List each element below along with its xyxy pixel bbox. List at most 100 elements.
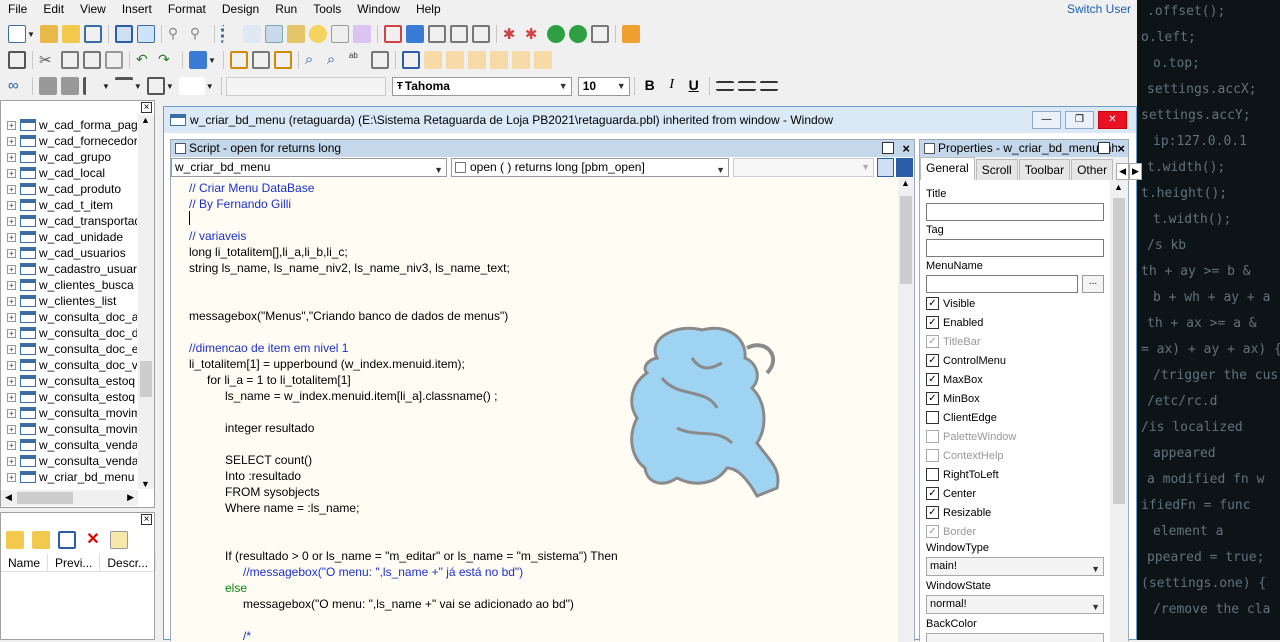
database-icon[interactable] xyxy=(308,25,327,43)
checkbox-controlmenu[interactable]: ✓ ControlMenu xyxy=(926,354,1006,367)
checkbox-icon[interactable] xyxy=(926,411,939,424)
device-icon[interactable] xyxy=(449,25,468,43)
expand-icon[interactable]: + xyxy=(7,120,16,130)
save-icon[interactable] xyxy=(8,51,26,69)
select-run-icon[interactable] xyxy=(568,25,587,43)
printer-icon[interactable] xyxy=(427,25,446,43)
menu-file[interactable]: File xyxy=(0,0,35,19)
search-icon[interactable]: ⌕ xyxy=(305,51,323,69)
chevron-down-icon[interactable]: ▼ xyxy=(134,82,142,91)
new-icon[interactable] xyxy=(8,25,26,43)
chevron-left-icon[interactable]: ◀ xyxy=(5,492,12,503)
tree-item[interactable]: + w_consulta_estoq xyxy=(7,373,137,389)
tree-item[interactable]: + w_clientes_list xyxy=(7,293,137,309)
window-titlebar[interactable]: w_criar_bd_menu (retaguarda) (E:\Sistema… xyxy=(164,107,1136,133)
checkbox-icon[interactable]: ✓ xyxy=(926,335,939,348)
column-name[interactable]: Name xyxy=(1,554,49,571)
tree-item[interactable]: + w_consulta_doc_v xyxy=(7,357,137,373)
ancestor-dropdown[interactable]: ▼ xyxy=(733,158,874,177)
library-icon[interactable] xyxy=(242,25,261,43)
datawindow-icon[interactable] xyxy=(286,25,305,43)
close-icon[interactable]: × xyxy=(1117,140,1125,157)
checkbox-titlebar[interactable]: ✓ TitleBar xyxy=(926,335,981,348)
tree-item[interactable]: + w_consulta_doc_d xyxy=(7,325,137,341)
undo-icon[interactable]: ↶ xyxy=(136,51,154,69)
menu-insert[interactable]: Insert xyxy=(114,0,160,19)
column-preview[interactable]: Previ... xyxy=(48,554,101,571)
open-folder-icon[interactable] xyxy=(61,25,80,43)
restore-button[interactable]: ❐ xyxy=(1065,111,1094,129)
expand-icon[interactable]: + xyxy=(7,264,16,274)
vertical-scrollbar[interactable]: ▲ ▼ xyxy=(138,115,154,489)
tree-item[interactable]: + w_consulta_venda xyxy=(7,453,137,469)
checkbox-palettewindow[interactable]: PaletteWindow xyxy=(926,430,1016,443)
expand-icon[interactable]: + xyxy=(7,360,16,370)
close-icon[interactable]: × xyxy=(902,140,910,157)
checkbox-icon[interactable]: ✓ xyxy=(926,525,939,538)
checkbox-righttoleft[interactable]: RightToLeft xyxy=(926,468,999,481)
title-input[interactable] xyxy=(926,203,1104,221)
grid-icon[interactable] xyxy=(273,51,292,69)
maximize-icon[interactable] xyxy=(1098,142,1110,154)
menu-edit[interactable]: Edit xyxy=(35,0,72,19)
chevron-down-icon[interactable]: ▼ xyxy=(206,82,214,91)
scroll-thumb[interactable] xyxy=(17,492,73,504)
sql-3-icon[interactable] xyxy=(467,51,486,69)
checkbox-icon[interactable] xyxy=(926,468,939,481)
vertical-scrollbar[interactable]: ▲ xyxy=(1110,180,1128,642)
chevron-down-icon[interactable]: ▼ xyxy=(27,30,35,39)
bold-button[interactable]: B xyxy=(641,77,659,95)
tab-other[interactable]: Other xyxy=(1071,159,1114,180)
expand-icon[interactable]: + xyxy=(7,376,16,386)
list-icon[interactable] xyxy=(220,25,239,43)
font-size-combo[interactable]: 10 ▼ xyxy=(577,76,630,96)
font-name-combo[interactable]: Ŧ Tahoma ▼ xyxy=(391,76,572,96)
expand-icon[interactable]: + xyxy=(7,248,16,258)
menu-format[interactable]: Format xyxy=(160,0,214,19)
bug-icon[interactable]: ✱ xyxy=(503,25,521,43)
border-icon[interactable] xyxy=(146,77,165,95)
menuname-browse-button[interactable]: ... xyxy=(1082,275,1104,293)
tab-general[interactable]: General xyxy=(920,157,975,180)
tab-order-icon[interactable] xyxy=(229,51,248,69)
menu-help[interactable]: Help xyxy=(408,0,449,19)
minimize-button[interactable]: — xyxy=(1032,111,1061,129)
tree-item[interactable]: + w_cad_transportad xyxy=(7,213,137,229)
expand-icon[interactable]: + xyxy=(7,344,16,354)
scroll-thumb[interactable] xyxy=(1113,198,1125,504)
folder-new-icon[interactable] xyxy=(39,25,58,43)
windowstate-select[interactable]: normal! ▼ xyxy=(926,595,1104,614)
tree-item[interactable]: + w_cad_forma_paga xyxy=(7,117,137,133)
chevron-down-icon[interactable]: ▼ xyxy=(208,56,216,65)
tree-item[interactable]: + w_cad_grupo xyxy=(7,149,137,165)
hierarchy-icon[interactable] xyxy=(114,25,133,43)
chevron-right-icon[interactable]: ▶ xyxy=(127,492,134,503)
clear-icon[interactable] xyxy=(105,51,123,69)
scroll-thumb[interactable] xyxy=(140,361,152,397)
find-next-icon[interactable]: ⌕ xyxy=(327,51,345,69)
menu-run[interactable]: Run xyxy=(267,0,305,19)
tree-item[interactable]: + w_cad_t_item xyxy=(7,197,137,213)
script-icon[interactable] xyxy=(370,51,389,69)
chevron-down-icon[interactable]: ▼ xyxy=(141,479,150,489)
scroll-thumb[interactable] xyxy=(900,196,912,284)
properties-icon[interactable] xyxy=(58,531,76,549)
expand-icon[interactable]: + xyxy=(7,136,16,146)
tree-item[interactable]: + w_consulta_movim xyxy=(7,421,137,437)
tree-item[interactable]: + w_consulta_estoq xyxy=(7,389,137,405)
expand-icon[interactable]: + xyxy=(7,456,16,466)
column-description[interactable]: Descr... xyxy=(100,554,157,571)
chevron-up-icon[interactable]: ▲ xyxy=(901,178,910,188)
close-icon[interactable]: × xyxy=(141,514,152,525)
checkbox-minbox[interactable]: ✓ MinBox xyxy=(926,392,980,405)
tree-item[interactable]: + w_consulta_movim xyxy=(7,405,137,421)
expand-icon[interactable]: + xyxy=(7,152,16,162)
checkbox-icon[interactable]: ✓ xyxy=(926,392,939,405)
expand-icon[interactable]: + xyxy=(7,328,16,338)
layout-2-icon[interactable] xyxy=(896,158,913,177)
inherit-icon[interactable] xyxy=(136,25,155,43)
object-dropdown[interactable]: w_criar_bd_menu ▼ xyxy=(171,158,447,177)
replace-icon[interactable]: ab xyxy=(349,51,367,69)
checkbox-enabled[interactable]: ✓ Enabled xyxy=(926,316,983,329)
menu-design[interactable]: Design xyxy=(214,0,267,19)
